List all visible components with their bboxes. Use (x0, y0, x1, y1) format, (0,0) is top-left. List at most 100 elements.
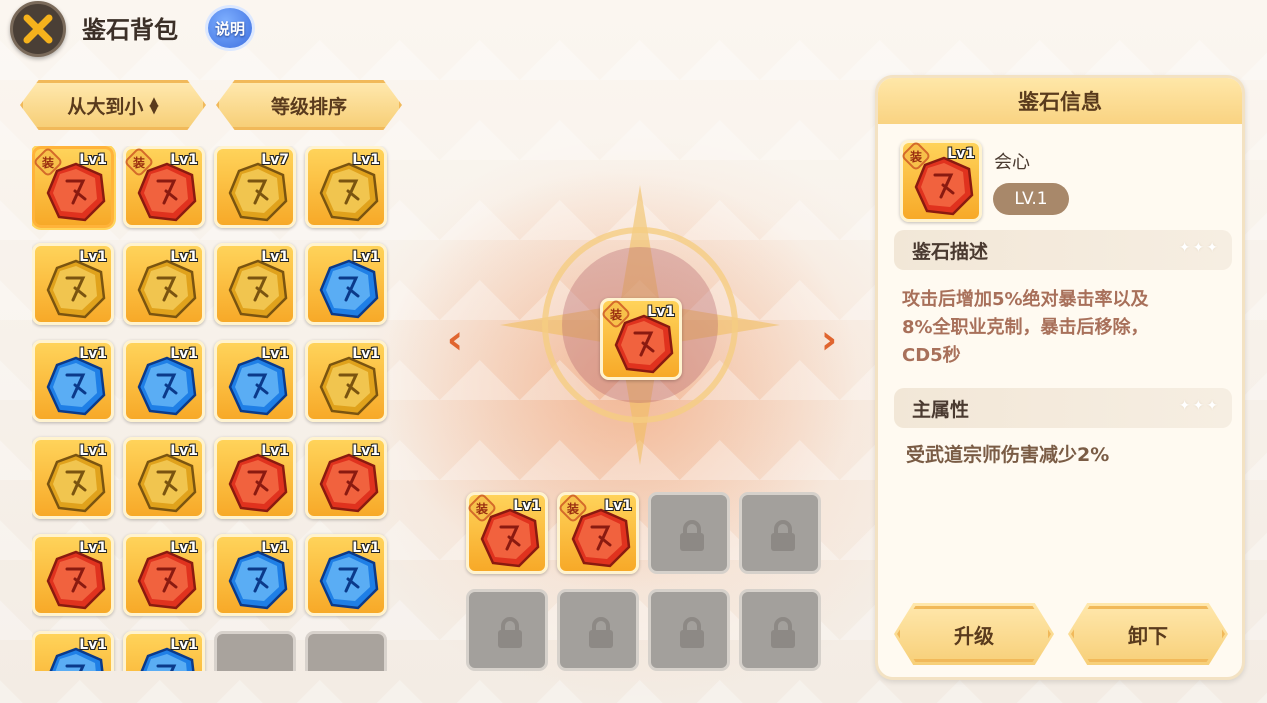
bag-slot[interactable]: Lv1 (214, 340, 296, 422)
sort-level-label: 等级排序 (270, 95, 347, 118)
bag-slot[interactable]: Lv1 (123, 534, 205, 616)
equip-slot-locked[interactable] (648, 492, 730, 574)
gem-level-badge: LV.1 (993, 183, 1069, 215)
desc-section-header: 鉴石描述 ✦✦✦ (894, 230, 1232, 270)
gem-level-label: Lv7 (261, 152, 289, 168)
center-gem-slot[interactable]: 装 Lv1 (600, 298, 682, 380)
blue-gem-icon (228, 356, 288, 416)
bag-slot[interactable]: Lv7 (214, 146, 296, 228)
unequip-button[interactable]: 卸下 (1068, 603, 1228, 665)
close-button[interactable] (10, 1, 66, 57)
sort-order-button[interactable]: 从大到小 ▲ ▼ (20, 80, 206, 130)
lock-icon (771, 617, 795, 648)
gem-level-label: Lv1 (79, 346, 107, 362)
gold-gem-icon (319, 162, 379, 222)
bag-slot[interactable]: Lv1 (123, 243, 205, 325)
close-icon (23, 14, 53, 44)
bag-slot[interactable]: Lv1 (305, 243, 387, 325)
bag-slot[interactable]: Lv1 (305, 437, 387, 519)
equip-slot-locked[interactable] (557, 589, 639, 671)
desc-line: 攻击后增加5%绝对暴击率以及 (902, 289, 1149, 310)
blue-gem-icon (46, 356, 106, 416)
gem-level-label: Lv1 (261, 443, 289, 459)
lock-icon (771, 520, 795, 551)
bag-slot-empty[interactable] (214, 631, 296, 671)
red-gem-icon (319, 453, 379, 513)
sparkle-icon: ✦✦✦ (1178, 398, 1220, 414)
info-gem-slot: 装 Lv1 (900, 140, 982, 222)
gem-level-label: Lv1 (170, 152, 198, 168)
sort-order-label: 从大到小 (67, 95, 144, 118)
bag-slot[interactable]: Lv1 (32, 534, 114, 616)
equip-slot-locked[interactable] (739, 492, 821, 574)
bag-slot-empty[interactable] (305, 631, 387, 671)
attr-title: 主属性 (912, 398, 970, 421)
bag-slot[interactable]: Lv1 (123, 340, 205, 422)
bag-slot[interactable]: Lv1 (32, 340, 114, 422)
gem-level-label: Lv1 (261, 249, 289, 265)
bag-slot[interactable]: Lv1 (214, 534, 296, 616)
equip-slot[interactable]: 装 Lv1 (466, 492, 548, 574)
next-arrow-icon[interactable]: › (812, 317, 846, 363)
gem-level-label: Lv1 (647, 304, 675, 320)
equip-slot[interactable]: 装 Lv1 (557, 492, 639, 574)
gold-gem-icon (228, 259, 288, 319)
equip-slot-locked[interactable] (648, 589, 730, 671)
upgrade-button[interactable]: 升级 (894, 603, 1054, 665)
gem-level-label: Lv1 (352, 443, 380, 459)
bag-slot[interactable]: Lv1 (214, 437, 296, 519)
upgrade-label: 升级 (954, 623, 994, 648)
gem-level-label: Lv1 (947, 146, 975, 162)
help-button[interactable]: 说明 (205, 5, 255, 51)
equip-slot-locked[interactable] (739, 589, 821, 671)
gold-gem-icon (137, 259, 197, 319)
gem-level-label: Lv1 (170, 637, 198, 653)
sort-level-button[interactable]: 等级排序 (216, 80, 402, 130)
gem-level-label: Lv1 (604, 498, 632, 514)
gem-level-label: Lv1 (352, 249, 380, 265)
lock-icon (589, 617, 613, 648)
gold-gem-icon (46, 453, 106, 513)
bag-slot[interactable]: Lv1 (32, 631, 114, 671)
gem-level-label: Lv1 (170, 249, 198, 265)
bag-slot[interactable]: Lv1 (305, 340, 387, 422)
gem-level-label: Lv1 (79, 540, 107, 556)
sparkle-icon: ✦✦✦ (1178, 240, 1220, 256)
bag-slot[interactable]: Lv1 (123, 437, 205, 519)
gem-level-label: Lv1 (352, 540, 380, 556)
equip-slot-locked[interactable] (466, 589, 548, 671)
main-attribute-value: 受武道宗师伤害减少2% (906, 444, 1110, 466)
blue-gem-icon (319, 259, 379, 319)
bag-slot[interactable]: Lv1 (32, 243, 114, 325)
blue-gem-icon (137, 356, 197, 416)
info-title: 鉴石信息 (878, 78, 1242, 124)
bag-slot[interactable]: Lv1 (32, 437, 114, 519)
lock-icon (498, 617, 522, 648)
bag-slot[interactable]: 装 Lv1 (123, 146, 205, 228)
bag-slot[interactable]: Lv1 (123, 631, 205, 671)
gem-level-label: Lv1 (79, 152, 107, 168)
blue-gem-icon (319, 550, 379, 610)
gem-level-label: Lv1 (79, 443, 107, 459)
bag-slot[interactable]: Lv1 (305, 146, 387, 228)
unequip-label: 卸下 (1128, 623, 1168, 648)
lock-icon (680, 617, 704, 648)
gold-gem-icon (46, 259, 106, 319)
bag-slot[interactable]: 装 Lv1 (32, 146, 114, 228)
prev-arrow-icon[interactable]: ‹ (438, 317, 472, 363)
bag-slot[interactable]: Lv1 (305, 534, 387, 616)
gem-level-label: Lv1 (79, 637, 107, 653)
red-gem-icon (46, 550, 106, 610)
gem-level-label: Lv1 (513, 498, 541, 514)
gem-name: 会心 (994, 152, 1030, 173)
sort-arrows-icon: ▲ ▼ (149, 94, 159, 116)
attr-section-header: 主属性 ✦✦✦ (894, 388, 1232, 428)
bag-slot[interactable]: Lv1 (214, 243, 296, 325)
gold-gem-icon (137, 453, 197, 513)
gem-bag-grid[interactable]: 装 Lv1 装 Lv1 Lv7 Lv1 Lv1 Lv1 Lv1 Lv1 Lv1 Lv1 Lv1 Lv1 Lv… (32, 146, 396, 671)
red-gem-icon (228, 453, 288, 513)
gem-level-label: Lv1 (170, 540, 198, 556)
blue-gem-icon (228, 550, 288, 610)
desc-title: 鉴石描述 (912, 240, 989, 263)
gold-gem-icon (319, 356, 379, 416)
